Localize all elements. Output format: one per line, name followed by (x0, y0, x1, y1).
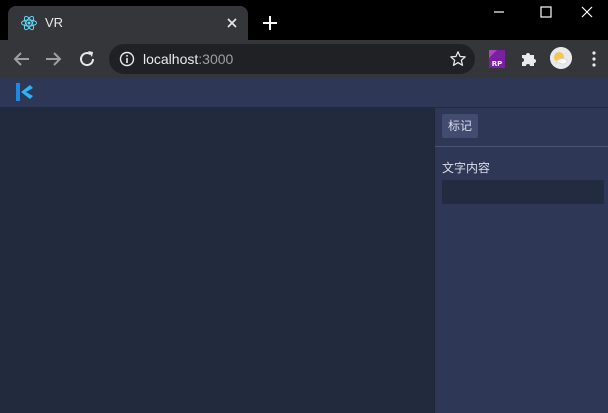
url-text: localhost:3000 (143, 51, 233, 67)
browser-toolbar: localhost:3000 RP (0, 40, 608, 78)
plus-icon[interactable] (262, 15, 278, 31)
text-content-label: 文字内容 (442, 161, 491, 175)
minimize-icon[interactable] (476, 0, 522, 28)
url-host: localhost (143, 51, 199, 67)
close-icon[interactable] (224, 15, 240, 31)
puzzle-icon[interactable] (519, 49, 539, 69)
rp-extension-icon[interactable]: RP (487, 49, 507, 69)
browser-tab[interactable]: VR (8, 6, 248, 40)
rp-extension-label: RP (492, 60, 503, 68)
tab-title: VR (45, 15, 64, 30)
side-panel: 标记 文字内容 (434, 108, 608, 413)
text-content-input[interactable] (442, 180, 604, 204)
divider (435, 146, 608, 147)
vr-canvas-area[interactable] (0, 108, 434, 413)
address-bar[interactable]: localhost:3000 (109, 44, 475, 74)
app-logo-icon[interactable] (13, 81, 35, 103)
window-close-icon[interactable] (566, 0, 608, 28)
info-icon[interactable] (119, 51, 135, 67)
kebab-menu-icon[interactable] (587, 49, 601, 69)
avatar[interactable] (550, 47, 572, 69)
browser-tabstrip: VR (0, 0, 608, 40)
star-icon[interactable] (449, 50, 467, 68)
app-header (0, 78, 608, 108)
maximize-icon[interactable] (522, 0, 568, 28)
reload-icon[interactable] (77, 49, 97, 69)
forward-arrow-icon[interactable] (43, 49, 63, 69)
react-favicon-icon (21, 15, 37, 31)
url-port: :3000 (198, 51, 234, 67)
back-arrow-icon[interactable] (12, 49, 32, 69)
tab-mark[interactable]: 标记 (442, 114, 479, 138)
